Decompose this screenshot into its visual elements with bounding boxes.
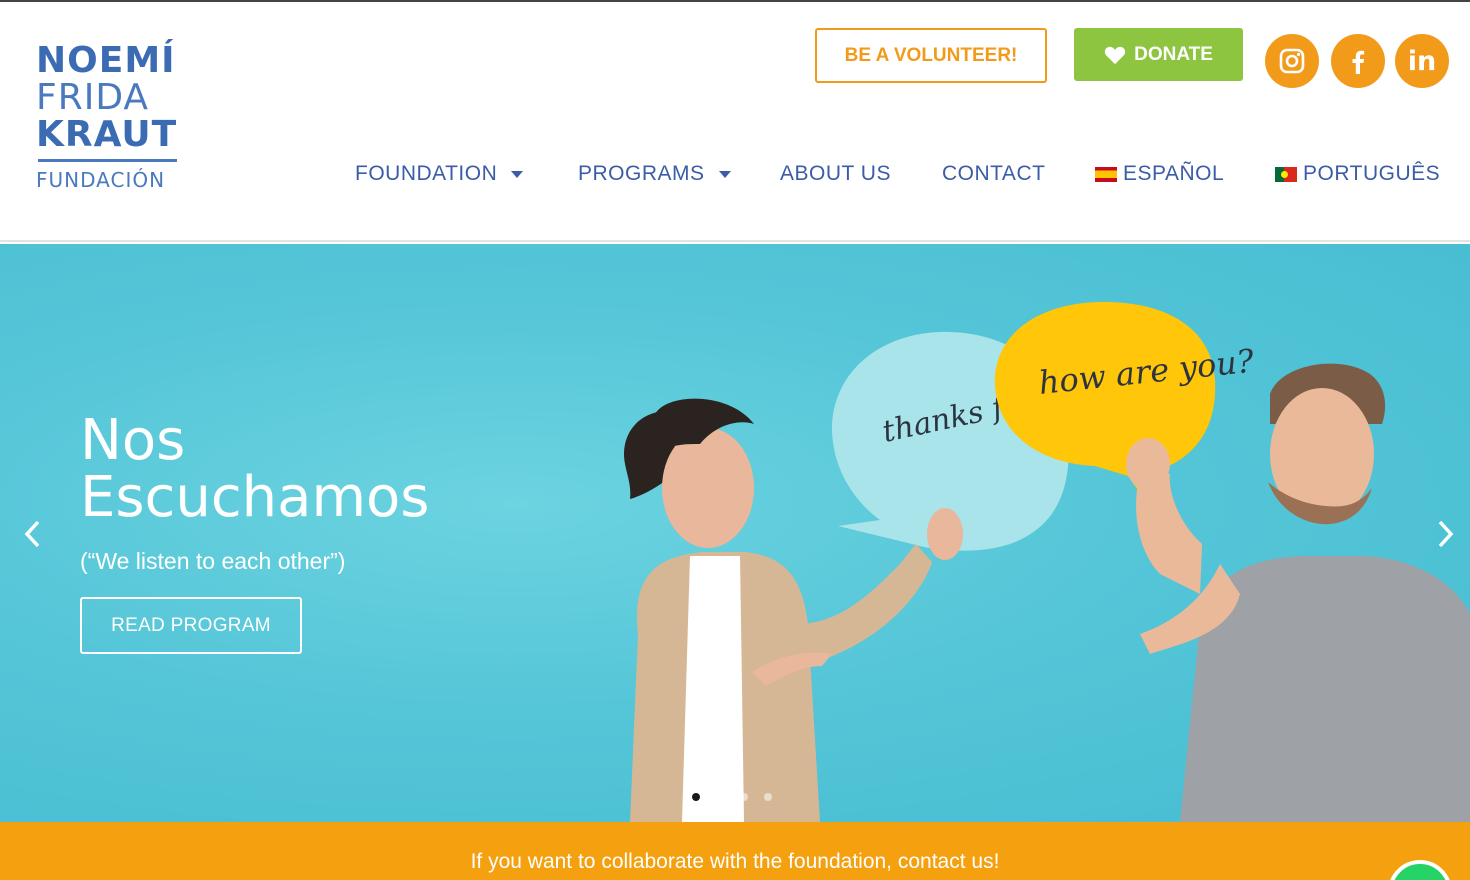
chevron-down-icon bbox=[718, 170, 731, 178]
read-program-button[interactable]: READ PROGRAM bbox=[80, 597, 302, 654]
nav-programs-label: PROGRAMS bbox=[578, 162, 705, 185]
nav-contact[interactable]: CONTACT bbox=[942, 159, 1045, 189]
site-header: NOEMÍ FRIDA KRAUT FUNDACIÓN BE A VOLUNTE… bbox=[0, 2, 1470, 242]
chevron-down-icon bbox=[511, 170, 524, 178]
nav-foundation[interactable]: FOUNDATION bbox=[355, 159, 524, 189]
nav-contact-label: CONTACT bbox=[942, 162, 1046, 185]
linkedin-icon: in bbox=[1407, 45, 1437, 77]
donate-label: DONATE bbox=[1134, 43, 1213, 65]
logo-line-fundacion: FUNDACIÓN bbox=[36, 168, 166, 192]
portugal-flag-icon bbox=[1275, 166, 1297, 182]
spain-flag-icon bbox=[1095, 166, 1117, 182]
collaborate-banner: If you want to collaborate with the foun… bbox=[0, 822, 1470, 880]
nav-foundation-label: FOUNDATION bbox=[355, 162, 498, 185]
slider-dot-2[interactable] bbox=[716, 793, 724, 801]
logo-line-frida: FRIDA bbox=[36, 77, 150, 118]
slider-pagination bbox=[692, 793, 772, 801]
hero-slider: thanks for asking how are you? Nos Escuc… bbox=[0, 244, 1470, 822]
logo-line-noemi: NOEMÍ bbox=[36, 40, 176, 81]
instagram-button[interactable] bbox=[1265, 34, 1319, 88]
hero-title-line1: Nos bbox=[80, 408, 186, 473]
linkedin-button[interactable]: in bbox=[1395, 34, 1449, 88]
hero-photo-illustration: thanks for asking how are you? bbox=[624, 301, 1470, 822]
nav-portugues[interactable]: PORTUGUÊS bbox=[1275, 159, 1440, 189]
facebook-icon bbox=[1352, 50, 1365, 74]
logo-line-kraut: KRAUT bbox=[36, 114, 178, 155]
foundation-logo[interactable]: NOEMÍ FRIDA KRAUT FUNDACIÓN bbox=[36, 42, 186, 192]
hero-title: Nos Escuchamos bbox=[80, 412, 429, 526]
logo-divider bbox=[38, 159, 177, 162]
hero-subtitle: (“We listen to each other”) bbox=[80, 548, 346, 574]
donate-button[interactable]: DONATE bbox=[1074, 28, 1243, 81]
slider-dot-3[interactable] bbox=[740, 793, 748, 801]
heart-icon bbox=[1104, 46, 1126, 64]
slider-dot-1[interactable] bbox=[692, 793, 700, 801]
nav-about-us-label: ABOUT US bbox=[780, 162, 891, 185]
hero-title-line2: Escuchamos bbox=[80, 465, 430, 530]
slider-prev-arrow-icon[interactable] bbox=[18, 514, 48, 554]
be-a-volunteer-button[interactable]: BE A VOLUNTEER! bbox=[815, 28, 1047, 83]
nav-portugues-label: PORTUGUÊS bbox=[1303, 162, 1441, 185]
slider-next-arrow-icon[interactable] bbox=[1430, 514, 1460, 554]
nav-programs[interactable]: PROGRAMS bbox=[578, 159, 731, 189]
collaborate-message[interactable]: If you want to collaborate with the foun… bbox=[0, 850, 1470, 874]
instagram-icon bbox=[1279, 48, 1305, 74]
nav-espanol-label: ESPAÑOL bbox=[1123, 162, 1225, 185]
facebook-button[interactable] bbox=[1331, 34, 1385, 88]
nav-espanol[interactable]: ESPAÑOL bbox=[1095, 159, 1224, 189]
slider-dot-4[interactable] bbox=[764, 793, 772, 801]
nav-about-us[interactable]: ABOUT US bbox=[780, 159, 891, 189]
